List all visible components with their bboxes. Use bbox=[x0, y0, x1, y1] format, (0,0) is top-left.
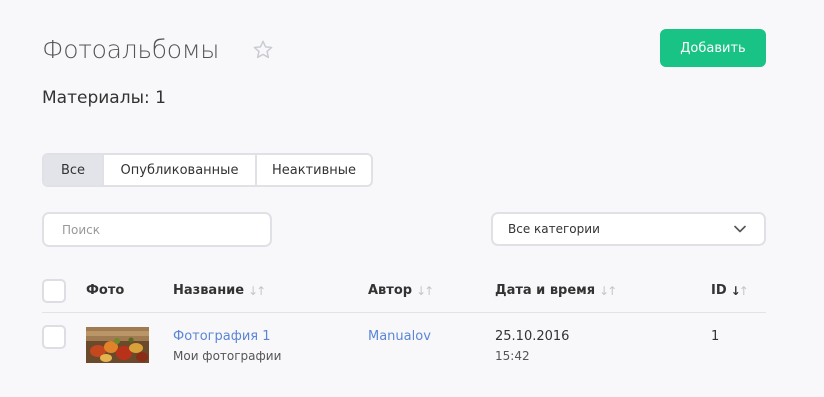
table-divider bbox=[42, 312, 766, 313]
tab-inactive[interactable]: Неактивные bbox=[257, 155, 371, 185]
status-tabs: Все Опубликованные Неактивные bbox=[42, 153, 373, 187]
photo-thumbnail[interactable] bbox=[86, 327, 149, 363]
chevron-down-icon bbox=[734, 225, 746, 233]
add-button[interactable]: Добавить bbox=[660, 29, 766, 67]
tab-all[interactable]: Все bbox=[44, 155, 104, 185]
column-header-photo: Фото bbox=[86, 283, 124, 298]
album-name: Мои фотографии bbox=[173, 349, 282, 363]
category-select[interactable]: Все категории bbox=[491, 212, 766, 246]
row-date: 25.10.2016 bbox=[495, 329, 570, 344]
tab-published[interactable]: Опубликованные bbox=[104, 155, 257, 185]
star-icon[interactable] bbox=[252, 39, 274, 61]
column-header-author[interactable]: Автор ↓↑ bbox=[368, 283, 434, 298]
column-label-id: ID bbox=[711, 283, 727, 298]
row-checkbox[interactable] bbox=[42, 325, 66, 349]
sort-arrows-icon[interactable]: ↓↑ bbox=[248, 284, 266, 298]
row-id: 1 bbox=[711, 329, 720, 344]
column-header-name[interactable]: Название ↓↑ bbox=[173, 283, 266, 298]
sort-arrows-icon[interactable]: ↓↑ bbox=[599, 284, 617, 298]
row-time: 15:42 bbox=[495, 349, 530, 363]
column-header-id[interactable]: ID ↓↑ bbox=[711, 283, 749, 298]
materials-count: Материалы: 1 bbox=[42, 88, 166, 108]
author-link[interactable]: Manualov bbox=[368, 329, 431, 344]
photo-name-link[interactable]: Фотография 1 bbox=[173, 329, 271, 344]
column-label-photo: Фото bbox=[86, 283, 125, 298]
column-label-datetime: Дата и время bbox=[495, 283, 596, 298]
search-input[interactable] bbox=[42, 212, 272, 247]
page-title: Фотоальбомы bbox=[42, 35, 220, 64]
sort-arrows-icon[interactable]: ↓↑ bbox=[416, 284, 434, 298]
category-select-value: Все категории bbox=[508, 222, 600, 236]
column-label-name: Название bbox=[173, 283, 245, 298]
column-header-datetime[interactable]: Дата и время ↓↑ bbox=[495, 283, 617, 298]
select-all-checkbox[interactable] bbox=[42, 279, 66, 303]
sort-desc-active-icon[interactable]: ↓↑ bbox=[731, 284, 749, 298]
column-label-author: Автор bbox=[368, 283, 413, 298]
